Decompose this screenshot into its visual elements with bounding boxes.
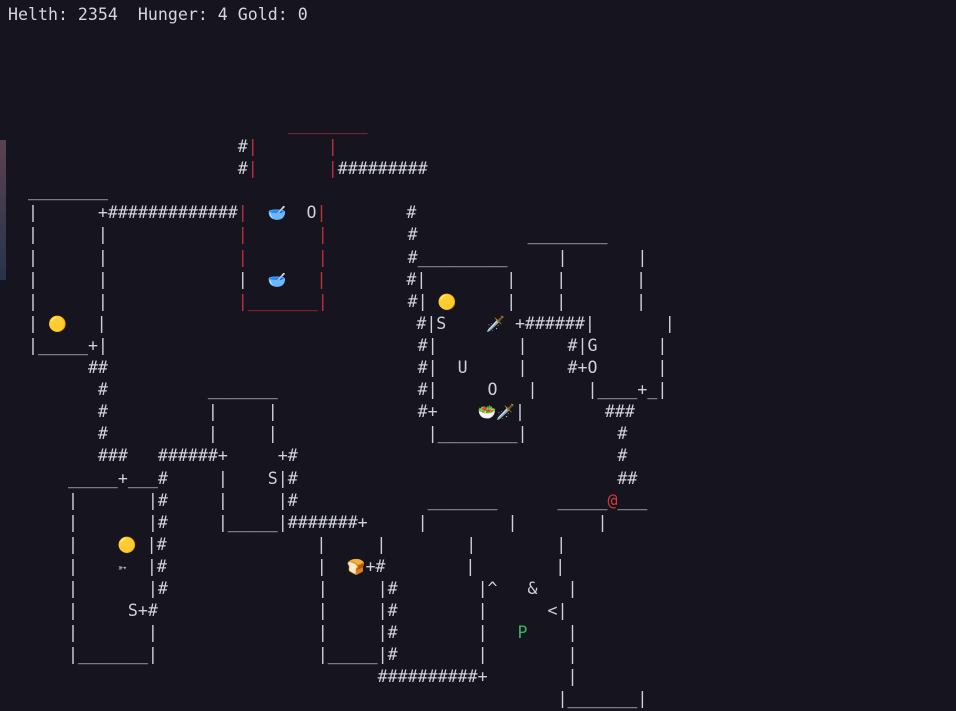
map-row: # | | |________| # xyxy=(28,423,675,445)
window-edge-decoration xyxy=(0,140,6,280)
map-segment: | | xyxy=(247,137,338,157)
map-segment: | xyxy=(28,556,118,576)
map-segment: | | xyxy=(28,247,238,267)
map-segment: | | xyxy=(28,225,238,245)
map-row: _____+___# | S|# ## xyxy=(28,468,675,490)
map-segment: | xyxy=(28,313,48,333)
status-line: Helth: 2354 Hunger: 4 Gold: 0 xyxy=(8,5,308,24)
map-row: | ➳ |# | 🍞+# | | xyxy=(28,556,675,578)
map-segment: #_________ | | xyxy=(327,247,648,267)
map-row: | 🟡 |# | | | | xyxy=(28,534,675,556)
map-segment: | | | xyxy=(456,291,647,311)
map-row: #| | xyxy=(28,136,675,158)
map-segment: | ### xyxy=(514,402,635,422)
map-segment: |_____+| #| | #|G | xyxy=(28,335,668,355)
dungeon-map: ________ #| | #| |######### ________ | +##… xyxy=(28,114,675,711)
bowl-icon: 🥣 xyxy=(267,270,287,289)
map-segment: | xyxy=(237,203,248,223)
map-segment: | xyxy=(28,534,118,554)
map-segment: ## #| U | #+O | xyxy=(28,358,668,378)
map-row: |_____+| #| | #|G | xyxy=(28,335,675,357)
map-row: # | | #+ 🥗🗡️| ### xyxy=(28,401,675,423)
map-row: | | | 🥣 | #| | | | xyxy=(28,269,675,291)
map-segment: +# | | xyxy=(365,556,566,576)
map-row: | | | | #_________ | | xyxy=(28,247,675,269)
map-segment: # | | #+ xyxy=(28,402,478,422)
map-segment: # xyxy=(28,137,248,157)
map-segment: | xyxy=(316,203,327,223)
map-row: |_______| xyxy=(28,688,675,710)
player-glyph: @ xyxy=(607,490,618,510)
map-row: | 🟡 | #|S 🗡️ +######| | xyxy=(28,313,675,335)
map-row: #| |######### xyxy=(28,158,675,180)
map-segment: +######| | xyxy=(504,313,675,333)
dagger-icon: 🗡️ xyxy=(486,314,505,333)
map-segment: | xyxy=(237,269,268,289)
map-segment: ##########+ | xyxy=(28,667,578,687)
map-segment: | | xyxy=(28,291,238,311)
map-segment: | | xyxy=(28,269,238,289)
map-segment: | | xyxy=(247,159,338,179)
map-row: ##########+ | xyxy=(28,666,675,688)
map-row: ________ xyxy=(28,114,675,136)
map-row: ## #| U | #+O | xyxy=(28,357,675,379)
map-segment: # | | |________| # xyxy=(28,424,628,444)
map-segment: _____+___# | S|# ## xyxy=(28,468,638,488)
map-segment xyxy=(248,203,268,222)
map-row: | |# |_____|#######+ | | | xyxy=(28,512,675,534)
map-row: | | | | # ________ xyxy=(28,224,675,246)
map-row: |_______| |_____|# | | xyxy=(28,644,675,666)
coin-icon: 🟡 xyxy=(437,292,457,311)
map-segment: | | xyxy=(237,247,328,267)
map-row: ________ xyxy=(28,180,675,202)
map-segment: | #|S xyxy=(66,313,487,333)
map-segment: # _______ #| O | |____+_| xyxy=(28,380,668,400)
map-segment: |_______| |_____|# | | xyxy=(28,645,578,665)
bowl-icon: 🥣 xyxy=(267,204,287,223)
map-segment: | +############# xyxy=(28,203,238,223)
map-segment: | S+# | |# | <| xyxy=(28,601,568,621)
map-segment: | |# | |# _______ _____ xyxy=(28,490,608,510)
map-segment: # ________ xyxy=(327,225,608,245)
map-segment: | | xyxy=(237,225,328,245)
map-segment: | |# |_____|#######+ | | | xyxy=(28,512,608,532)
map-segment: | |# | |# |^ & | xyxy=(28,578,578,598)
map-segment: #| xyxy=(327,291,438,311)
map-segment: | | | |# | xyxy=(28,623,518,643)
map-segment: |_______| xyxy=(237,291,328,311)
map-segment: # xyxy=(28,159,248,179)
monster-glyph: P xyxy=(517,623,528,643)
salad-dagger-icon: 🥗🗡️ xyxy=(477,403,515,422)
coin-icon: 🟡 xyxy=(47,314,67,333)
bread-icon: 🍞 xyxy=(346,557,366,576)
map-row: ### ######+ +# # xyxy=(28,445,675,467)
map-row: | |# | |# |^ & | xyxy=(28,578,675,600)
map-row: # _______ #| O | |____+_| xyxy=(28,379,675,401)
map-segment: |# | xyxy=(126,556,347,576)
map-row: | | |_______| #| 🟡 | | | xyxy=(28,291,675,313)
map-segment: ___ xyxy=(617,490,648,510)
map-row: | |# | |# _______ _____@___ xyxy=(28,490,675,512)
map-segment: #| | | | xyxy=(326,269,647,289)
map-segment: # xyxy=(326,203,417,223)
map-row: | | | |# | P | xyxy=(28,622,675,644)
map-segment: |_______| xyxy=(28,689,648,709)
map-segment: ### ######+ +# # xyxy=(28,446,628,466)
map-segment: ________ xyxy=(28,181,108,201)
map-segment: |# | | | | xyxy=(136,534,567,554)
map-row: | +#############| 🥣 O| # xyxy=(28,202,675,224)
map-segment: ________ xyxy=(28,115,368,134)
map-segment: O xyxy=(286,203,317,223)
game-screen: Helth: 2354 Hunger: 4 Gold: 0 ________ #… xyxy=(0,0,956,708)
map-segment: | xyxy=(527,623,578,643)
map-segment: ######### xyxy=(337,159,428,179)
map-segment: | xyxy=(286,269,327,289)
map-row: | S+# | |# | <| xyxy=(28,600,675,622)
coin-icon: 🟡 xyxy=(117,535,137,554)
arrow-icon: ➳ xyxy=(117,557,127,576)
